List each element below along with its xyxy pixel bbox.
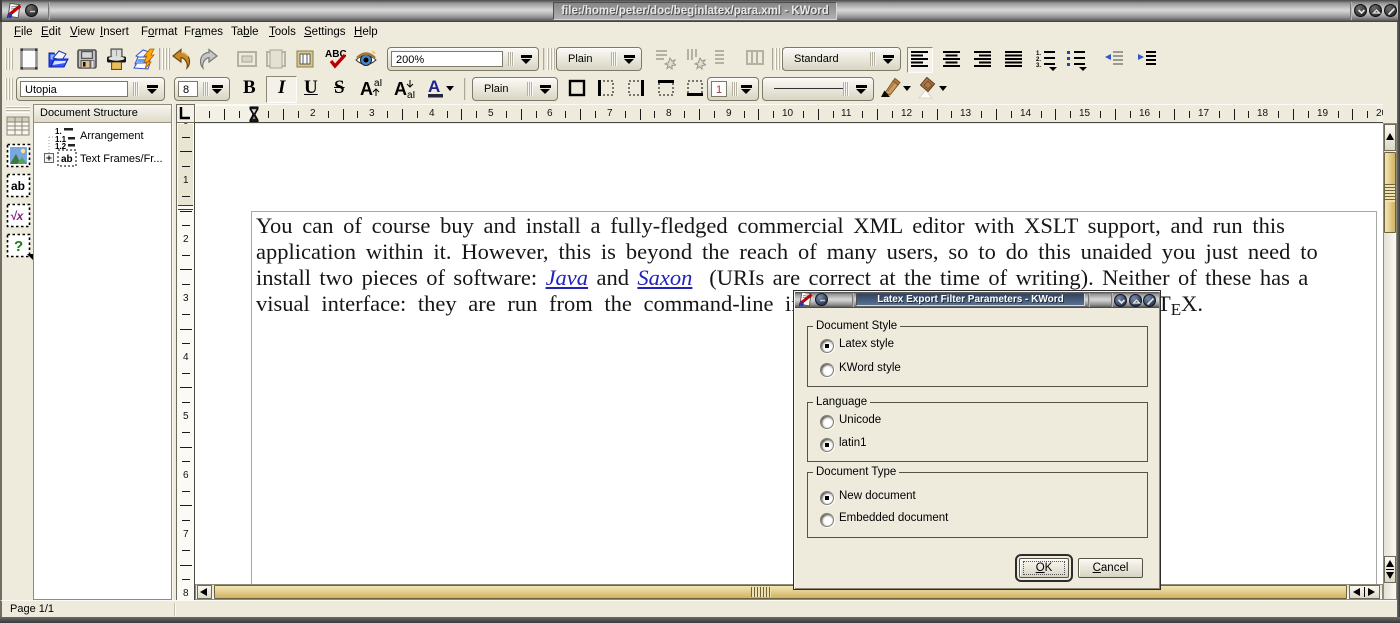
svg-text:ab: ab: [11, 179, 25, 193]
svg-text:A: A: [360, 79, 373, 99]
svg-text:ab: ab: [61, 154, 73, 165]
svg-text:3.: 3.: [1036, 63, 1041, 69]
svg-text:A: A: [428, 77, 440, 96]
svg-text:?: ?: [14, 238, 23, 255]
svg-text:aI: aI: [407, 90, 415, 101]
svg-text:A: A: [394, 79, 407, 99]
svg-text:1.2: 1.2: [55, 142, 67, 151]
svg-text:aI: aI: [374, 78, 382, 89]
svg-text:√x: √x: [10, 209, 25, 223]
